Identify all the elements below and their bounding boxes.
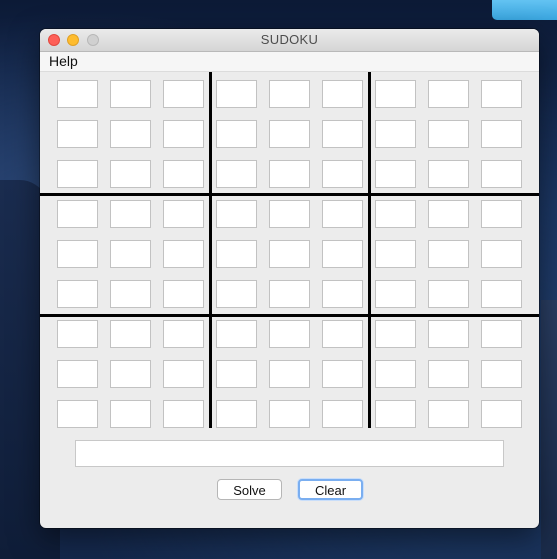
sudoku-cell[interactable]: [322, 360, 363, 388]
sudoku-cell[interactable]: [322, 200, 363, 228]
box-separator-vertical: [368, 72, 371, 428]
sudoku-cell[interactable]: [428, 360, 469, 388]
sudoku-cell[interactable]: [269, 320, 310, 348]
sudoku-cell[interactable]: [110, 280, 151, 308]
sudoku-cell[interactable]: [216, 200, 257, 228]
sudoku-cell[interactable]: [481, 400, 522, 428]
sudoku-cell[interactable]: [216, 80, 257, 108]
menu-bar: Help: [40, 52, 539, 72]
sudoku-cell[interactable]: [163, 280, 204, 308]
sudoku-cell[interactable]: [481, 200, 522, 228]
sudoku-cell[interactable]: [481, 120, 522, 148]
sudoku-cell[interactable]: [269, 160, 310, 188]
sudoku-cell[interactable]: [110, 400, 151, 428]
solve-button[interactable]: Solve: [217, 479, 282, 500]
sudoku-cell[interactable]: [375, 120, 416, 148]
sudoku-cell[interactable]: [57, 320, 98, 348]
sudoku-cell[interactable]: [163, 160, 204, 188]
sudoku-window: SUDOKU Help Solve Clear: [40, 29, 539, 528]
sudoku-cell[interactable]: [481, 360, 522, 388]
sudoku-cell[interactable]: [322, 120, 363, 148]
sudoku-cell[interactable]: [375, 80, 416, 108]
box-separator-horizontal: [40, 193, 539, 196]
sudoku-cell[interactable]: [375, 200, 416, 228]
box-separator-vertical: [209, 72, 212, 428]
sudoku-cell[interactable]: [57, 200, 98, 228]
sudoku-cell[interactable]: [269, 280, 310, 308]
sudoku-cell[interactable]: [375, 400, 416, 428]
sudoku-cell[interactable]: [428, 280, 469, 308]
sudoku-cell[interactable]: [163, 400, 204, 428]
sudoku-cell[interactable]: [216, 280, 257, 308]
sudoku-cell[interactable]: [57, 80, 98, 108]
sudoku-cell[interactable]: [322, 320, 363, 348]
sudoku-cell[interactable]: [110, 120, 151, 148]
sudoku-cell[interactable]: [481, 80, 522, 108]
sudoku-cell[interactable]: [216, 360, 257, 388]
sudoku-cell[interactable]: [216, 160, 257, 188]
sudoku-cell[interactable]: [269, 240, 310, 268]
sudoku-cell[interactable]: [428, 120, 469, 148]
sudoku-cell[interactable]: [163, 320, 204, 348]
window-title: SUDOKU: [260, 32, 319, 47]
sudoku-cell[interactable]: [481, 320, 522, 348]
sudoku-cell[interactable]: [57, 160, 98, 188]
desktop-widget: [492, 0, 557, 20]
sudoku-cell[interactable]: [110, 360, 151, 388]
title-bar[interactable]: SUDOKU: [40, 29, 539, 52]
sudoku-cell[interactable]: [322, 280, 363, 308]
box-separator-horizontal: [40, 314, 539, 317]
sudoku-cell[interactable]: [322, 80, 363, 108]
sudoku-cell[interactable]: [428, 160, 469, 188]
sudoku-cell[interactable]: [216, 120, 257, 148]
sudoku-cell[interactable]: [322, 400, 363, 428]
sudoku-cell[interactable]: [481, 160, 522, 188]
sudoku-cell[interactable]: [163, 360, 204, 388]
sudoku-cell[interactable]: [428, 320, 469, 348]
sudoku-cell[interactable]: [110, 240, 151, 268]
sudoku-cell[interactable]: [216, 240, 257, 268]
sudoku-cell[interactable]: [57, 280, 98, 308]
sudoku-cell[interactable]: [163, 80, 204, 108]
sudoku-cell[interactable]: [375, 320, 416, 348]
sudoku-cell[interactable]: [375, 160, 416, 188]
sudoku-cell[interactable]: [428, 240, 469, 268]
sudoku-cell[interactable]: [163, 200, 204, 228]
sudoku-cell[interactable]: [57, 400, 98, 428]
sudoku-cell[interactable]: [375, 280, 416, 308]
status-field[interactable]: [75, 440, 504, 467]
sudoku-cell[interactable]: [269, 200, 310, 228]
sudoku-cell[interactable]: [428, 200, 469, 228]
sudoku-cell[interactable]: [322, 240, 363, 268]
menu-help[interactable]: Help: [49, 52, 78, 71]
sudoku-cell[interactable]: [57, 120, 98, 148]
sudoku-cell[interactable]: [216, 400, 257, 428]
sudoku-cell[interactable]: [375, 360, 416, 388]
sudoku-cell[interactable]: [322, 160, 363, 188]
sudoku-cell[interactable]: [269, 360, 310, 388]
sudoku-cell[interactable]: [481, 280, 522, 308]
desktop-wallpaper-cliff: [541, 300, 557, 559]
sudoku-cell[interactable]: [269, 400, 310, 428]
sudoku-cell[interactable]: [428, 400, 469, 428]
sudoku-cell[interactable]: [269, 80, 310, 108]
sudoku-cell[interactable]: [57, 360, 98, 388]
sudoku-cell[interactable]: [269, 120, 310, 148]
sudoku-board: [40, 72, 539, 428]
clear-button[interactable]: Clear: [298, 479, 363, 500]
sudoku-cell[interactable]: [428, 80, 469, 108]
sudoku-cell[interactable]: [375, 240, 416, 268]
sudoku-cell[interactable]: [216, 320, 257, 348]
sudoku-cell[interactable]: [163, 240, 204, 268]
sudoku-cell[interactable]: [110, 160, 151, 188]
sudoku-cell[interactable]: [110, 320, 151, 348]
sudoku-cell[interactable]: [163, 120, 204, 148]
sudoku-cell[interactable]: [110, 80, 151, 108]
sudoku-cell[interactable]: [57, 240, 98, 268]
sudoku-cell[interactable]: [481, 240, 522, 268]
sudoku-cell[interactable]: [110, 200, 151, 228]
